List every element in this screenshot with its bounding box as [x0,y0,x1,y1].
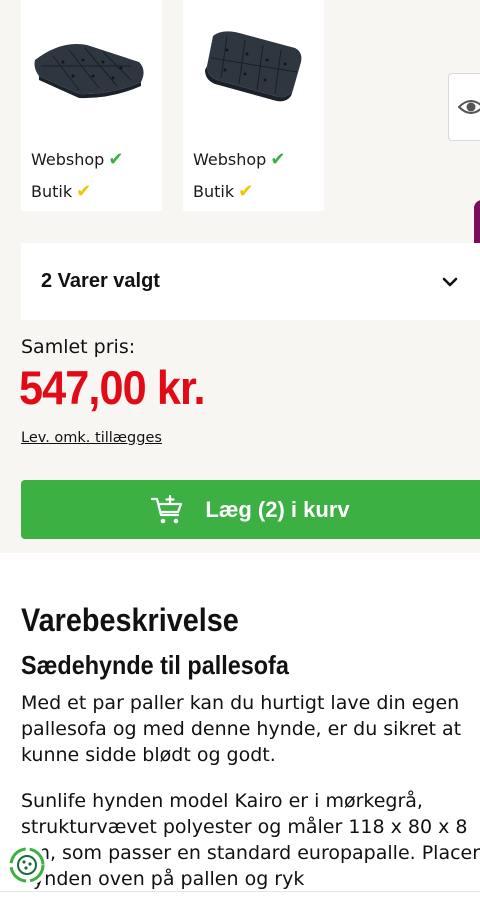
description-paragraph-2: Sunlife hynden model Kairo er i mørkegrå… [21,790,480,890]
product-card-seat[interactable]: Webshop ✔ Butik ✔ [21,0,162,211]
back-cushion-image [205,31,302,102]
add-to-cart-button[interactable]: Læg (2) i kurv [21,480,480,539]
total-price: 547,00 kr. [19,361,205,414]
description-subheading: Sædehynde til pallesofa [21,650,289,680]
check-yellow-icon: ✔ [76,180,92,202]
store-availability: Butik ✔ [193,182,253,201]
cookie-icon [9,847,45,883]
selected-items-dropdown[interactable]: 2 Varer valgt [21,243,480,320]
cart-add-icon [151,494,183,523]
add-to-cart-label: Læg (2) i kurv [205,496,350,522]
cookie-settings-button[interactable] [6,844,48,886]
description-paragraph-1: Med et par paller kan du hurtigt lave di… [21,692,462,766]
webshop-label: Webshop [193,150,267,169]
check-green-icon: ✔ [108,148,124,170]
store-label: Butik [31,182,73,201]
selected-items-label: 2 Varer valgt [41,270,160,292]
webshop-availability: Webshop ✔ [31,150,123,169]
shipping-cost-link[interactable]: Lev. omk. tillægges [21,430,162,446]
description-heading: Varebeskrivelse [21,602,239,638]
seat-cushion-image [34,44,144,99]
store-availability: Butik ✔ [31,182,91,201]
recently-viewed-tab[interactable] [448,73,480,141]
product-card-back[interactable]: Webshop ✔ Butik ✔ [183,0,324,211]
total-price-label: Samlet pris: [21,336,136,358]
bottom-bar [0,891,480,899]
check-green-icon: ✔ [270,148,286,170]
check-yellow-icon: ✔ [238,180,254,202]
eye-icon [458,100,480,114]
webshop-availability: Webshop ✔ [193,150,285,169]
webshop-label: Webshop [31,150,105,169]
chevron-down-icon [442,277,458,286]
store-label: Butik [193,182,235,201]
